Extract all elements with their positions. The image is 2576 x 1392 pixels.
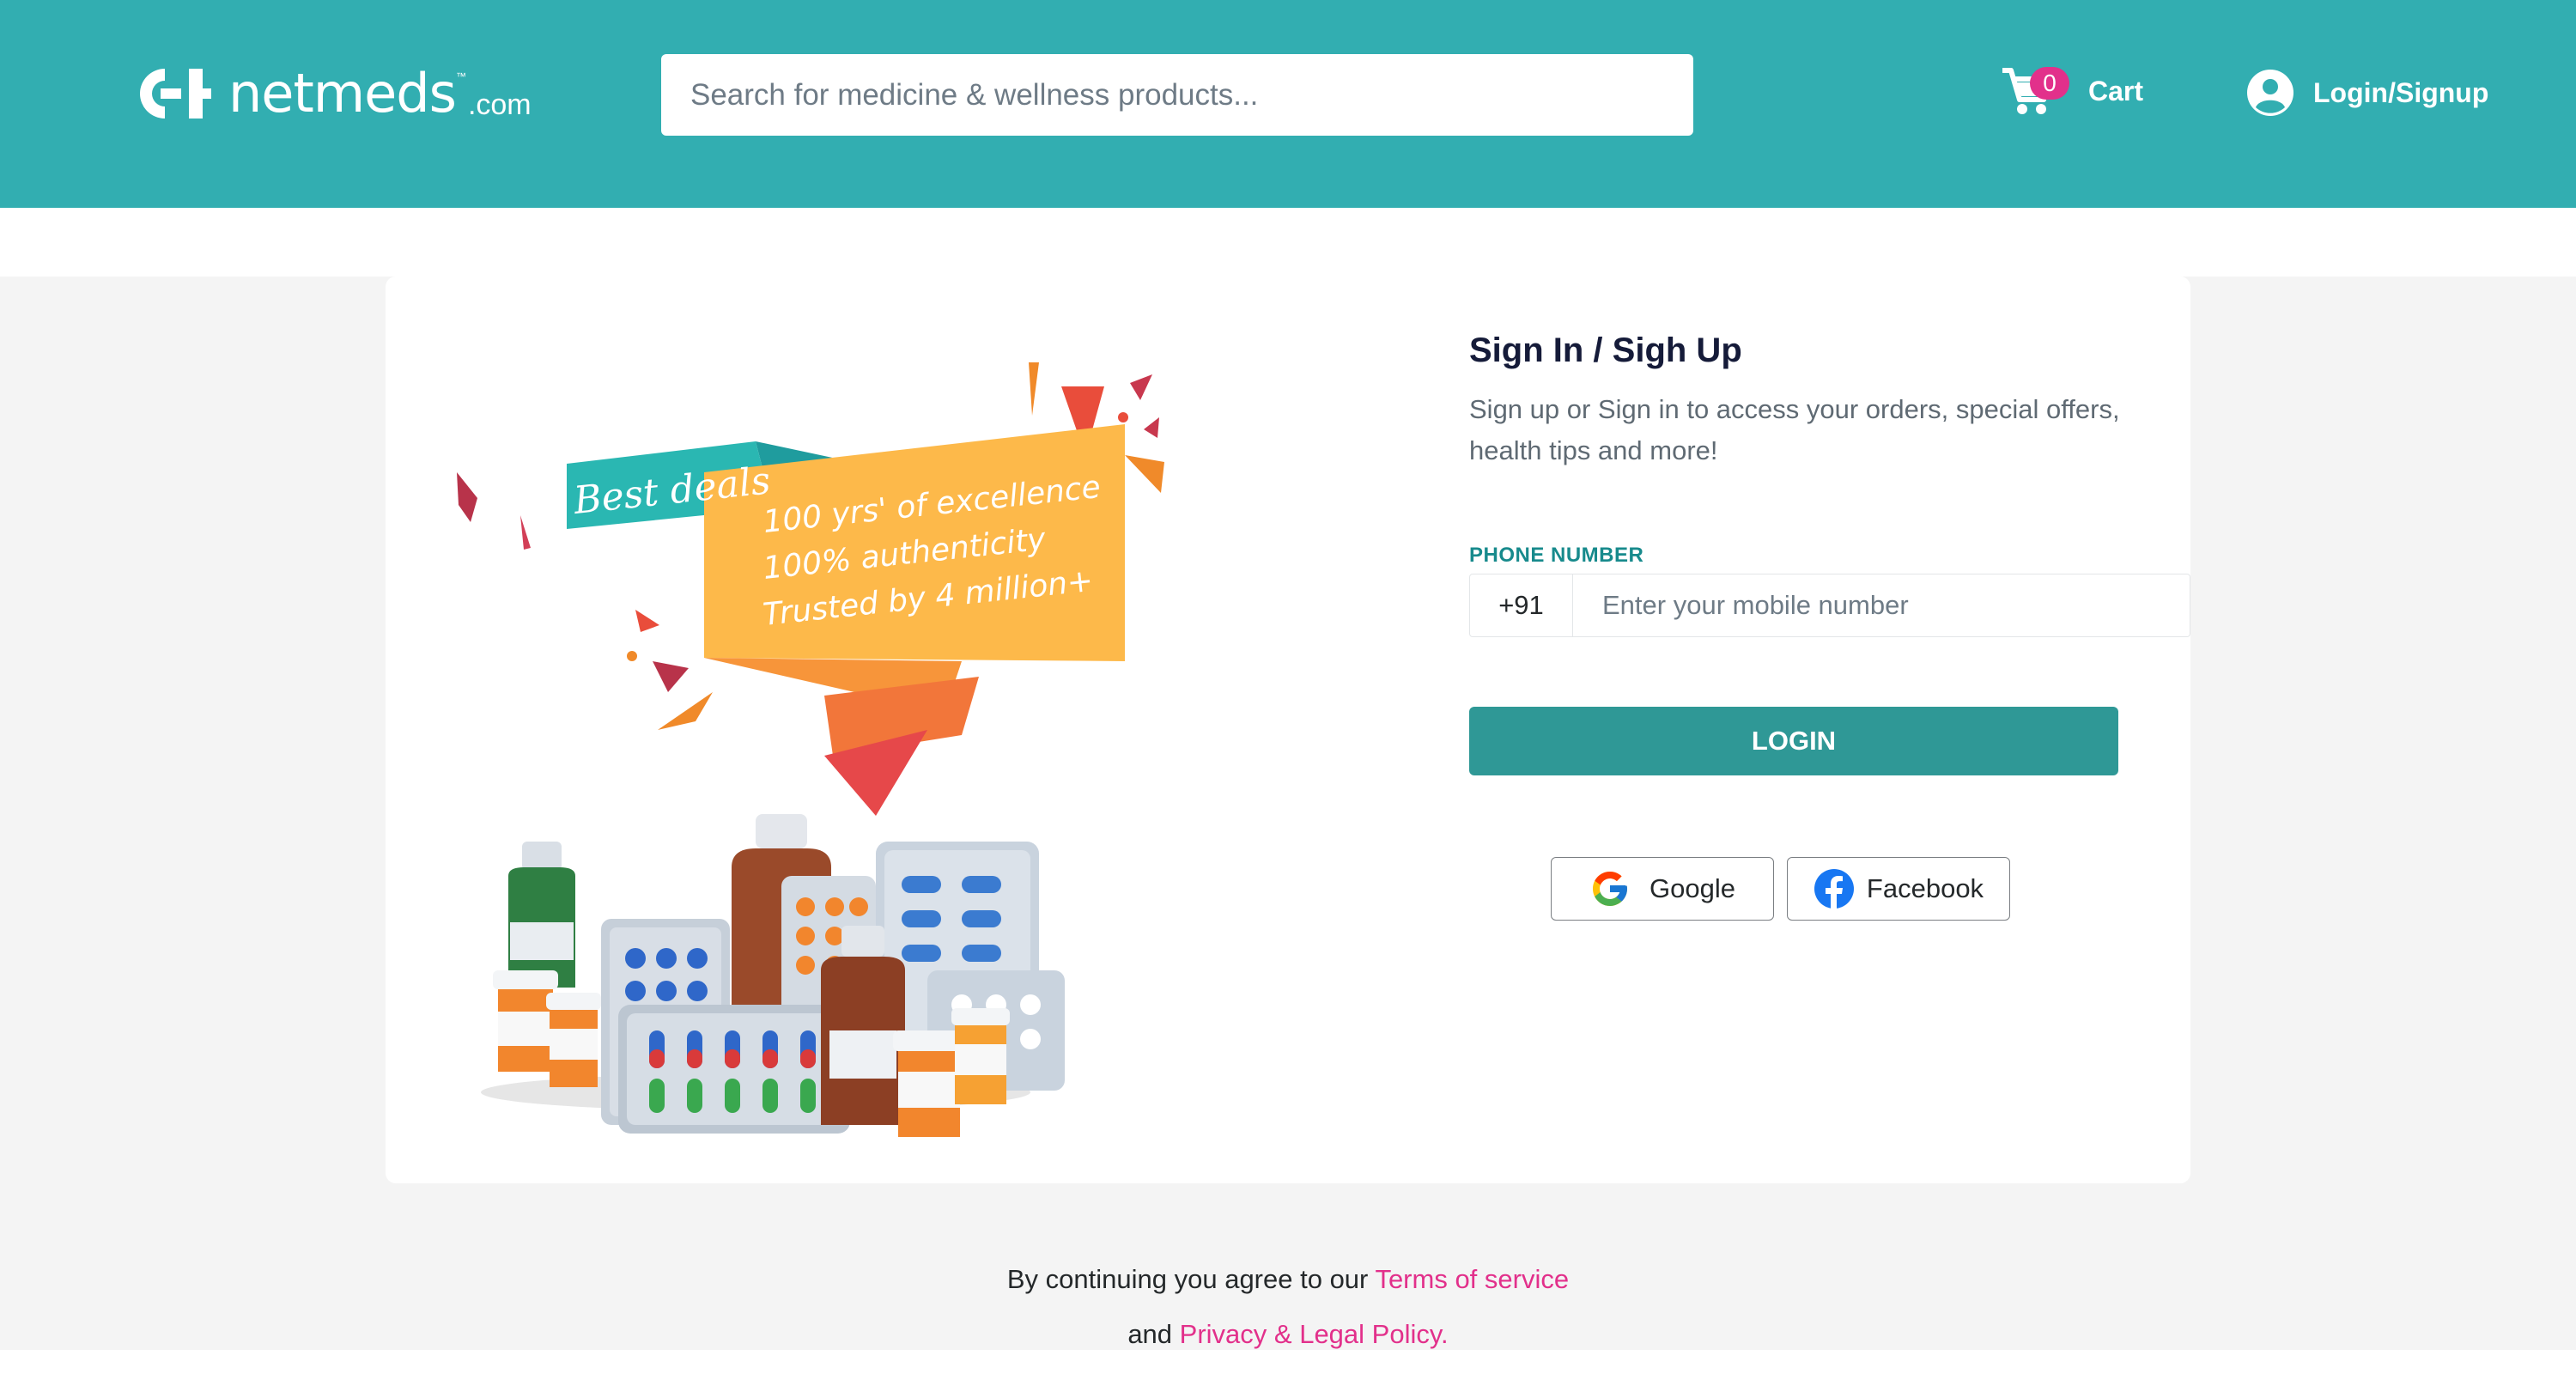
login-signup-label: Login/Signup bbox=[2313, 76, 2489, 108]
cart-link[interactable]: 0 Cart bbox=[2001, 65, 2143, 117]
confetti-dot bbox=[627, 651, 637, 661]
pill-bottle bbox=[546, 993, 601, 1087]
terms-of-service-link[interactable]: Terms of service bbox=[1375, 1264, 1569, 1294]
confetti-shape bbox=[653, 661, 689, 692]
privacy-policy-link[interactable]: Privacy & Legal Policy. bbox=[1180, 1319, 1449, 1349]
google-login-button[interactable]: Google bbox=[1551, 857, 1774, 921]
blister-pack-capsules bbox=[618, 1005, 850, 1134]
google-icon bbox=[1593, 872, 1628, 906]
terms-and: and bbox=[1127, 1319, 1173, 1349]
pill-bottle bbox=[493, 970, 558, 1072]
google-label: Google bbox=[1649, 873, 1735, 903]
cart-icon-wrap: 0 bbox=[2001, 65, 2069, 117]
confetti-shape bbox=[1125, 455, 1164, 493]
terms-line-2: and Privacy & Legal Policy. bbox=[0, 1307, 2576, 1362]
search-input[interactable] bbox=[661, 54, 1693, 136]
phone-input-group: +91 bbox=[1469, 574, 2190, 637]
promo-illustration: Best deals 100 yrs' of excellence 100% a… bbox=[457, 362, 1164, 1137]
signin-title: Sign In / Sigh Up bbox=[1469, 331, 1742, 369]
confetti-shape bbox=[1130, 374, 1152, 400]
pill-bottle bbox=[893, 1030, 965, 1137]
cart-count-badge: 0 bbox=[2030, 67, 2069, 100]
signin-subtitle: Sign up or Sign in to access your orders… bbox=[1469, 394, 2120, 465]
netmeds-logo-icon bbox=[140, 69, 211, 119]
confetti-dot bbox=[1118, 412, 1128, 422]
confetti-shape bbox=[520, 515, 531, 550]
phone-number-label: PHONE NUMBER bbox=[1469, 544, 1644, 567]
user-circle-icon bbox=[2247, 70, 2293, 116]
confetti-shape bbox=[635, 610, 659, 632]
confetti-shape bbox=[457, 472, 477, 522]
cart-label: Cart bbox=[2088, 75, 2144, 106]
confetti-shape bbox=[1029, 362, 1039, 416]
country-code: +91 bbox=[1470, 574, 1573, 636]
login-button[interactable]: LOGIN bbox=[1469, 707, 2118, 775]
pill-bottle bbox=[951, 1008, 1010, 1104]
logo-brand-text: netmeds bbox=[228, 62, 457, 125]
terms-notice: By continuing you agree to our Terms of … bbox=[0, 1252, 2576, 1362]
confetti-shape bbox=[658, 692, 713, 730]
mobile-number-input[interactable] bbox=[1573, 574, 2190, 636]
terms-line-1: By continuing you agree to our Terms of … bbox=[0, 1252, 2576, 1307]
logo-suffix: .com bbox=[467, 88, 532, 121]
facebook-label: Facebook bbox=[1866, 873, 1984, 903]
signin-panel: Sign In / Sigh Up Sign up or Sign in to … bbox=[1469, 331, 2173, 471]
terms-prefix: By continuing you agree to our bbox=[1006, 1264, 1369, 1294]
login-signup-link[interactable]: Login/Signup bbox=[2246, 67, 2488, 119]
netmeds-logo[interactable]: netmeds ™ .com bbox=[136, 64, 532, 124]
facebook-login-button[interactable]: Facebook bbox=[1787, 857, 2010, 921]
logo-tm: ™ bbox=[455, 70, 466, 82]
confetti-shape bbox=[1144, 417, 1159, 438]
facebook-icon bbox=[1814, 869, 1854, 909]
top-header: netmeds ™ .com 0 Cart Login/Signup bbox=[0, 0, 2576, 208]
green-bottle bbox=[508, 842, 575, 988]
